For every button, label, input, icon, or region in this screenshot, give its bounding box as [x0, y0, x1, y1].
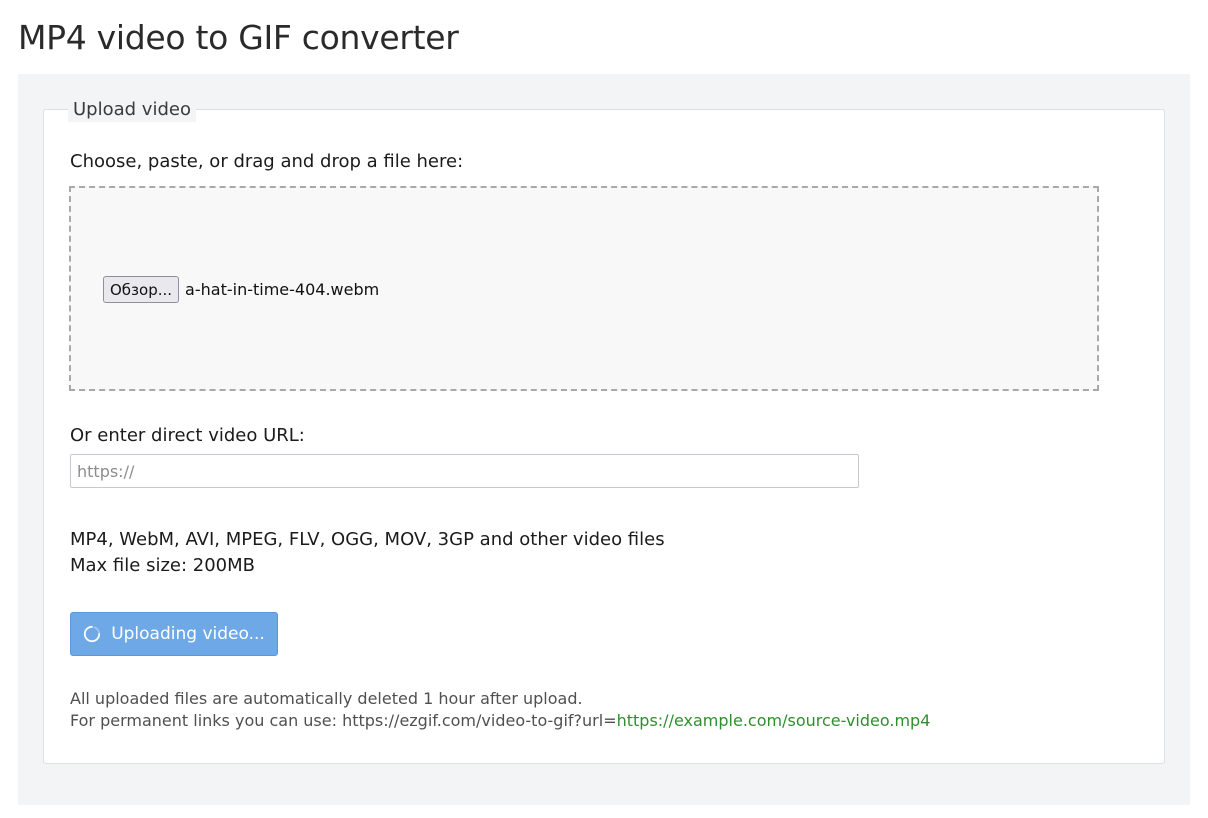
browse-button[interactable]: Обзор... [103, 276, 180, 303]
permanent-link-note: For permanent links you can use: https:/… [70, 710, 930, 732]
upload-notes: All uploaded files are automatically del… [70, 688, 930, 732]
fieldset-legend: Upload video [68, 98, 196, 122]
choose-file-label: Choose, paste, or drag and drop a file h… [70, 151, 464, 172]
upload-fieldset: Upload video Choose, paste, or drag and … [43, 98, 1165, 764]
example-url-link[interactable]: https://example.com/source-video.mp4 [617, 711, 931, 730]
file-input[interactable]: Обзор... a-hat-in-time-404.webm [103, 276, 379, 303]
auto-delete-note: All uploaded files are automatically del… [70, 689, 583, 708]
video-url-input[interactable] [70, 454, 859, 488]
supported-formats: MP4, WebM, AVI, MPEG, FLV, OGG, MOV, 3GP… [70, 529, 665, 550]
spinner-icon [84, 625, 101, 643]
file-dropzone[interactable]: Обзор... a-hat-in-time-404.webm [69, 186, 1099, 391]
upload-panel: Upload video Choose, paste, or drag and … [18, 74, 1190, 805]
selected-file-name: a-hat-in-time-404.webm [185, 280, 380, 299]
max-file-size: Max file size: 200MB [70, 555, 255, 576]
permanent-link-prefix: For permanent links you can use: https:/… [70, 711, 617, 730]
url-label: Or enter direct video URL: [70, 425, 305, 446]
upload-button-label: Uploading video... [111, 624, 265, 644]
format-info: MP4, WebM, AVI, MPEG, FLV, OGG, MOV, 3GP… [70, 527, 665, 579]
upload-video-button[interactable]: Uploading video... [70, 612, 278, 656]
page-title: MP4 video to GIF converter [18, 18, 459, 57]
